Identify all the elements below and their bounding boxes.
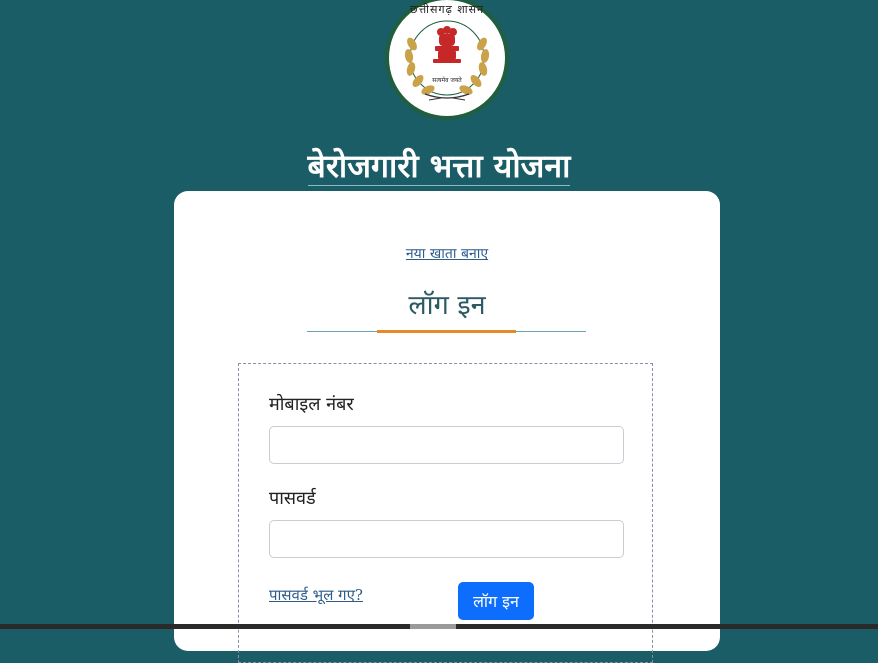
- mobile-number-input[interactable]: [269, 426, 624, 464]
- emblem-top-text: छत्तीसगढ़ शासन: [409, 3, 485, 16]
- heading-accent-bar: [377, 330, 516, 333]
- forgot-password-link[interactable]: पासवर्ड भूल गए?: [269, 585, 363, 605]
- password-label: पासवर्ड: [269, 488, 316, 509]
- login-card: नया खाता बनाए लॉग इन मोबाइल नंबर पासवर्ड…: [174, 191, 720, 663]
- emblem-motto: सत्यमेव जयते: [432, 77, 462, 84]
- page-title-text: बेरोजगारी भत्ता योजना: [307, 147, 571, 186]
- login-heading: लॉग इन: [408, 290, 486, 321]
- horizontal-scrollbar[interactable]: [0, 624, 878, 629]
- create-account-link[interactable]: नया खाता बनाए: [174, 244, 720, 263]
- login-form: मोबाइल नंबर पासवर्ड पासवर्ड भूल गए? लॉग …: [238, 363, 653, 663]
- login-button[interactable]: लॉग इन: [458, 582, 534, 620]
- state-emblem-icon: छत्तीसगढ़ शासन सत्यमेव जयते: [385, 0, 509, 122]
- scrollbar-thumb[interactable]: [410, 624, 456, 629]
- mobile-number-label: मोबाइल नंबर: [269, 394, 354, 415]
- page-title: बेरोजगारी भत्ता योजना: [0, 144, 878, 188]
- password-input[interactable]: [269, 520, 624, 558]
